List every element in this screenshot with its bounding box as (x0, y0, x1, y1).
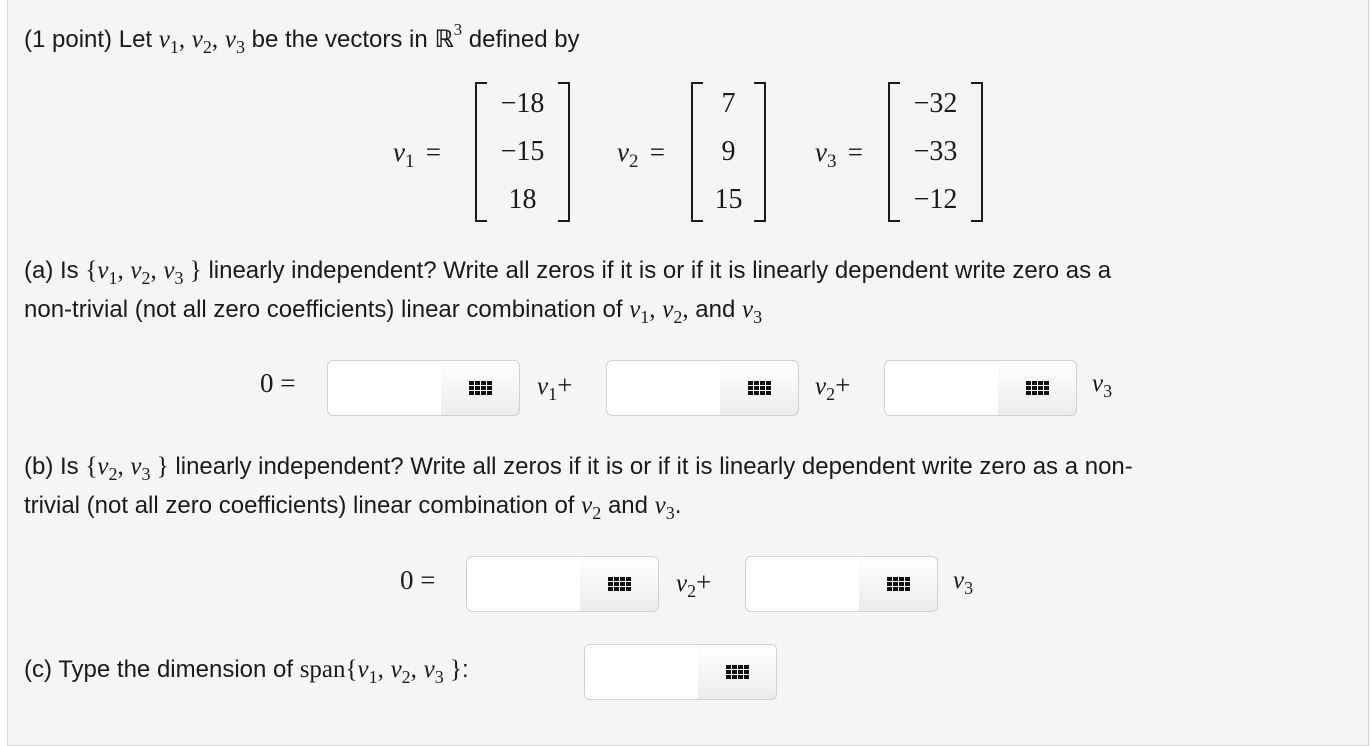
part-a-coef-1-input[interactable] (327, 360, 442, 416)
part-b-line-1: (b) Is {v2, v3 } linearly independent? W… (24, 453, 1133, 484)
part-b-coef-1-input[interactable] (466, 556, 581, 612)
part-a-line-1: (a) Is {v1, v2, v3 } linearly independen… (24, 257, 1112, 288)
part-b-coef-2-input[interactable] (745, 556, 860, 612)
keypad-icon (1025, 381, 1049, 395)
vector-2-entry-3: 15 (714, 184, 743, 215)
vector-1-entry-2: −15 (500, 136, 545, 167)
keypad-icon (607, 577, 631, 591)
vector-3-entry-2: −33 (913, 136, 958, 167)
part-c-dimension-math-button[interactable] (698, 644, 777, 700)
part-c-prompt: (c) Type the dimension of span{v1, v2, v… (24, 656, 469, 687)
vector-1-label: v1 = (393, 137, 441, 172)
part-b-coef-1-math-button[interactable] (580, 556, 659, 612)
vector-3-label: v3 = (815, 137, 863, 172)
vector-2-matrix: 7 9 15 (691, 82, 766, 222)
part-a-coef-1-math-button[interactable] (441, 360, 520, 416)
vector-1-entry-3: 18 (508, 184, 537, 215)
vector-2-entry-1: 7 (721, 88, 736, 119)
vector-3-matrix: −32 −33 −12 (888, 82, 983, 222)
part-c-dimension-group (584, 644, 777, 700)
part-b-line-2: trivial (not all zero coefficients) line… (24, 492, 682, 523)
part-a-coef-2-math-button[interactable] (720, 360, 799, 416)
part-a-coef-1-group (327, 360, 520, 416)
part-a-coef-3-input[interactable] (884, 360, 999, 416)
part-a-v1-term: v1+ (537, 370, 573, 404)
vector-3-entry-3: −12 (913, 184, 958, 215)
vector-1-matrix: −18 −15 18 (475, 82, 570, 222)
part-a-coef-3-group (884, 360, 1077, 416)
keypad-icon (747, 381, 771, 395)
intro-line: (1 point) Let v1, v2, v3 be the vectors … (24, 20, 580, 57)
part-c-dimension-input[interactable] (584, 644, 699, 700)
part-b-lhs: 0 = (400, 565, 436, 595)
vector-1-entry-1: −18 (500, 88, 545, 119)
part-b-v2-term: v2+ (676, 567, 712, 601)
vector-2-label: v2 = (617, 137, 665, 172)
space-exponent: 3 (453, 20, 463, 39)
part-a-coef-2-group (606, 360, 799, 416)
keypad-icon (886, 577, 910, 591)
be-text: be the vectors in (251, 26, 428, 53)
keypad-icon (725, 665, 749, 679)
points-label: (1 point) (24, 26, 113, 53)
let-text: Let (118, 26, 153, 53)
keypad-icon (468, 381, 492, 395)
part-b-coef-2-group (745, 556, 938, 612)
part-b-v3-term: v3 (953, 567, 974, 598)
defined-text: defined by (468, 26, 580, 53)
part-a-v2-term: v2+ (815, 370, 851, 404)
real-space-symbol: ℝ (434, 25, 454, 53)
part-a-line-2: non-trivial (not all zero coefficients) … (24, 296, 763, 327)
part-b-coef-2-math-button[interactable] (859, 556, 938, 612)
part-a-coef-2-input[interactable] (606, 360, 721, 416)
part-a-lhs: 0 = (260, 368, 296, 398)
vector-3-entry-1: −32 (913, 88, 958, 119)
part-b-coef-1-group (466, 556, 659, 612)
part-a-v3-term: v3 (1092, 370, 1113, 401)
part-a-coef-3-math-button[interactable] (998, 360, 1077, 416)
vector-2-entry-2: 9 (721, 136, 736, 167)
